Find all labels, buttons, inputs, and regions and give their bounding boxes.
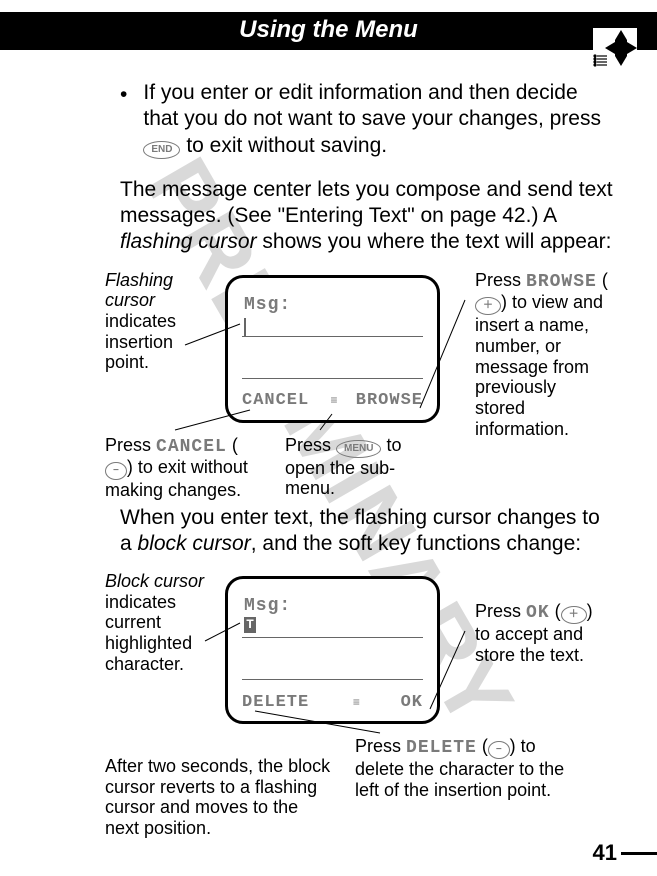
callout-delete: Press DELETE (−) to delete the character… xyxy=(355,736,585,800)
callout-block-a: Block cursor xyxy=(105,571,204,591)
minus-key-icon-2: − xyxy=(488,741,510,759)
para1-a: The message center lets you compose and … xyxy=(120,178,613,227)
screen1-left-softkey: CANCEL xyxy=(242,390,309,411)
screen2-right-softkey: OK xyxy=(401,692,423,713)
menu-key-icon: MENU xyxy=(336,440,381,458)
screen2-label: Msg: xyxy=(244,595,291,618)
callout-ok-key: OK xyxy=(526,603,550,623)
callout-cancel-a: Press xyxy=(105,435,156,455)
callout-flashing-cursor: Flashing cursor indicates insertion poin… xyxy=(105,270,205,373)
callout-block-cursor: Block cursor indicates current highlight… xyxy=(105,571,215,674)
callout-menu-a: Press xyxy=(285,435,336,455)
screen1-right-softkey: BROWSE xyxy=(356,390,423,411)
callout-cancel-c: to exit without making changes. xyxy=(105,457,248,500)
para1-b: flashing cursor xyxy=(120,230,257,253)
page-number: 41 xyxy=(593,840,617,866)
callout-cancel-key: CANCEL xyxy=(156,437,227,457)
bullet-item: • If you enter or edit information and t… xyxy=(120,80,617,159)
block-cursor-icon: T xyxy=(244,617,256,633)
menu-icon-2: ≡ xyxy=(353,695,357,710)
callout-ok: Press OK (＋) to accept and store the tex… xyxy=(475,601,610,665)
plus-key-icon: ＋ xyxy=(475,297,501,315)
screen2-left-softkey: DELETE xyxy=(242,692,309,713)
callout-cancel: Press CANCEL (−) to exit without making … xyxy=(105,435,255,501)
callout-browse-c: to view and insert a name, number, or me… xyxy=(475,292,603,438)
menu-icon: ≡ xyxy=(330,393,334,408)
bullet-dot: • xyxy=(120,80,127,159)
phone-screen-1: Msg: CANCEL ≡ BROWSE xyxy=(225,275,440,423)
diagram-1: Flashing cursor indicates insertion poin… xyxy=(110,270,600,495)
paragraph-2: When you enter text, the flashing cursor… xyxy=(120,505,617,558)
diagram-2: Block cursor indicates current highlight… xyxy=(110,571,600,816)
callout-ok-c: to accept and store the text. xyxy=(475,624,584,665)
phone-screen-2: Msg: T DELETE ≡ OK xyxy=(225,576,440,724)
page-title: Using the Menu xyxy=(0,16,657,44)
callout-delete-key: DELETE xyxy=(406,738,477,758)
callout-flashing-a: Flashing cursor xyxy=(105,270,173,311)
flashing-cursor-icon xyxy=(244,318,251,336)
plus-key-icon-2: ＋ xyxy=(561,606,587,624)
bullet-tail: to exit without saving. xyxy=(180,134,387,157)
minus-key-icon: − xyxy=(105,462,127,480)
end-key-icon: END xyxy=(143,141,180,159)
para2-c: , and the soft key functions change: xyxy=(251,532,581,555)
callout-flashing-b: indicates insertion point. xyxy=(105,311,176,372)
callout-ok-a: Press xyxy=(475,601,526,621)
callout-browse-key: BROWSE xyxy=(526,272,597,292)
callout-browse: Press BROWSE (＋) to view and insert a na… xyxy=(475,270,610,440)
callout-browse-a: Press xyxy=(475,270,526,290)
move-icon xyxy=(593,28,637,72)
paragraph-1: The message center lets you compose and … xyxy=(120,177,617,256)
callout-after: After two seconds, the block cursor reve… xyxy=(105,756,335,839)
header-bar: Using the Menu xyxy=(0,12,657,50)
callout-menu: Press MENU to open the sub-menu. xyxy=(285,435,405,499)
bullet-text: If you enter or edit information and the… xyxy=(143,81,601,130)
callout-delete-a: Press xyxy=(355,736,406,756)
screen1-label: Msg: xyxy=(244,294,291,317)
para2-b: block cursor xyxy=(138,532,251,555)
para1-c: shows you where the text will appear: xyxy=(257,230,612,253)
callout-block-b: indicates current highlighted character. xyxy=(105,592,192,674)
